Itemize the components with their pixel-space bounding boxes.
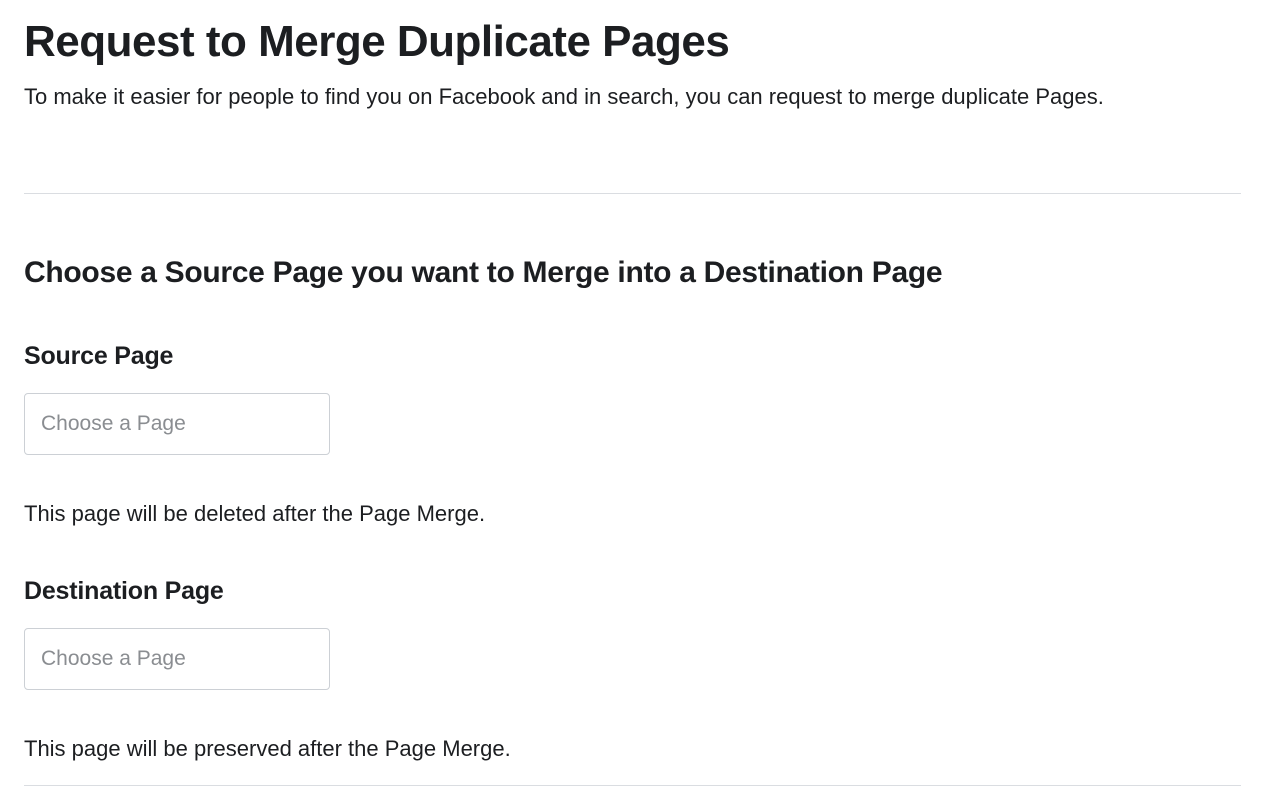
page-description: To make it easier for people to find you… [24, 81, 1204, 113]
divider [24, 193, 1241, 194]
destination-page-helper: This page will be preserved after the Pa… [24, 734, 1241, 765]
bottom-divider [24, 785, 1241, 786]
section-heading: Choose a Source Page you want to Merge i… [24, 256, 1241, 290]
destination-page-input[interactable] [24, 628, 330, 690]
source-page-label: Source Page [24, 342, 1241, 371]
source-page-input[interactable] [24, 393, 330, 455]
destination-page-label: Destination Page [24, 577, 1241, 606]
page-title: Request to Merge Duplicate Pages [24, 16, 1241, 69]
source-page-helper: This page will be deleted after the Page… [24, 499, 1241, 530]
